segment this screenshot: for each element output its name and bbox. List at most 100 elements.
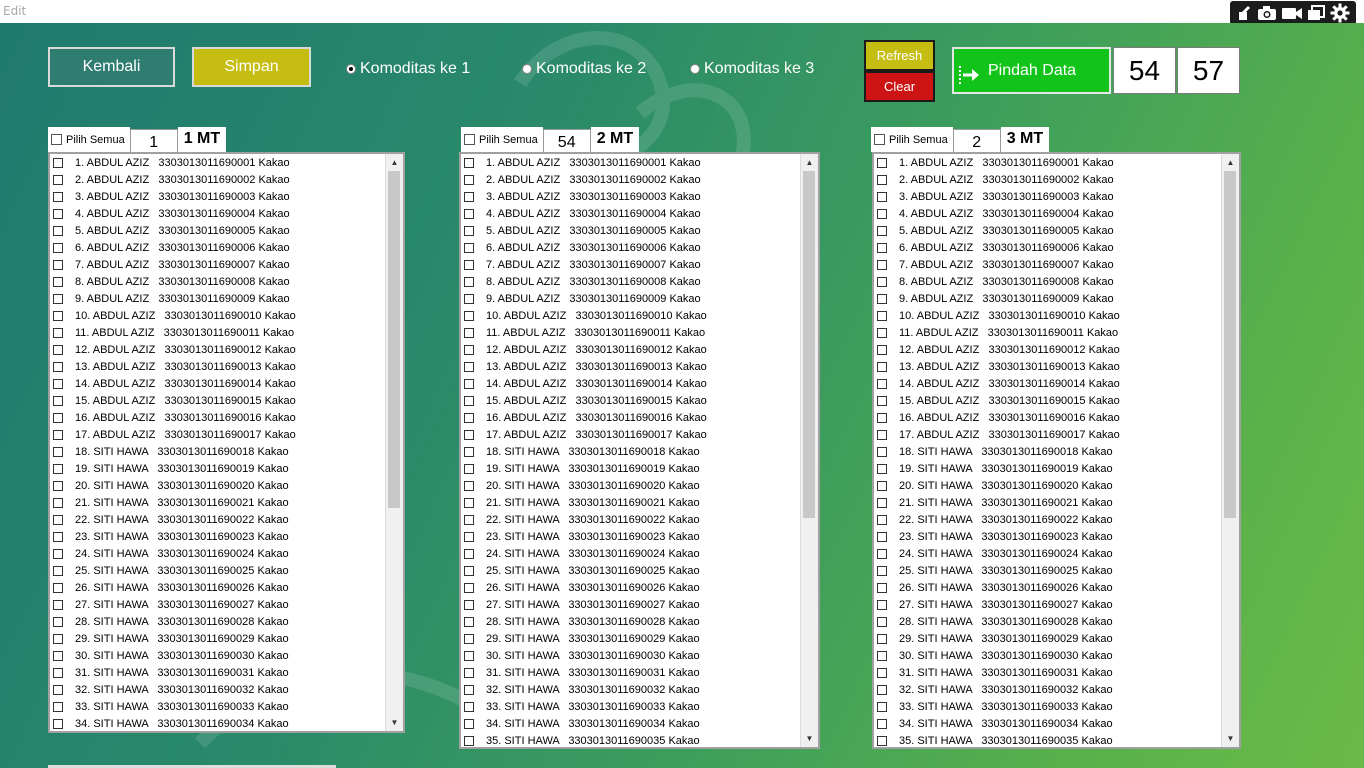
list-item[interactable]: 2. ABDUL AZIZ 3303013011690002 Kakao	[461, 171, 801, 188]
checkbox-icon[interactable]	[53, 293, 63, 304]
pindah-data-button[interactable]: Pindah Data	[952, 47, 1111, 94]
list-item[interactable]: 25. SITI HAWA 3303013011690025 Kakao	[461, 562, 801, 579]
checkbox-icon[interactable]	[53, 327, 63, 338]
list-item[interactable]: 12. ABDUL AZIZ 3303013011690012 Kakao	[461, 341, 801, 358]
checkbox-icon[interactable]	[877, 208, 887, 219]
list-item[interactable]: 34. SITI HAWA 3303013011690034 Kakao	[874, 715, 1222, 732]
clear-button[interactable]: Clear	[864, 71, 935, 102]
list-item[interactable]: 28. SITI HAWA 3303013011690028 Kakao	[874, 613, 1222, 630]
checkbox-icon[interactable]	[464, 174, 474, 185]
checkbox-icon[interactable]	[53, 531, 63, 542]
checkbox-icon[interactable]	[53, 310, 63, 321]
edit-pencil-icon[interactable]	[1236, 5, 1252, 21]
list-item[interactable]: 3. ABDUL AZIZ 3303013011690003 Kakao	[461, 188, 801, 205]
mt-number-field[interactable]: 1	[129, 129, 178, 154]
list-item[interactable]: 32. SITI HAWA 3303013011690032 Kakao	[461, 681, 801, 698]
checkbox-icon[interactable]	[464, 395, 474, 406]
list-item[interactable]: 23. SITI HAWA 3303013011690023 Kakao	[461, 528, 801, 545]
list-item[interactable]: 8. ABDUL AZIZ 3303013011690008 Kakao	[461, 273, 801, 290]
checkbox-icon[interactable]	[877, 582, 887, 593]
checkbox-icon[interactable]	[877, 327, 887, 338]
checkbox-icon[interactable]	[877, 310, 887, 321]
list-item[interactable]: 5. ABDUL AZIZ 3303013011690005 Kakao	[461, 222, 801, 239]
scroll-up-icon[interactable]: ▲	[1222, 154, 1239, 171]
list-item[interactable]: 3. ABDUL AZIZ 3303013011690003 Kakao	[874, 188, 1222, 205]
list-item[interactable]: 26. SITI HAWA 3303013011690026 Kakao	[461, 579, 801, 596]
list-item[interactable]: 3. ABDUL AZIZ 3303013011690003 Kakao	[50, 188, 386, 205]
scrollbar[interactable]: ▲ ▼	[385, 154, 403, 731]
list-item[interactable]: 8. ABDUL AZIZ 3303013011690008 Kakao	[50, 273, 386, 290]
list-item[interactable]: 7. ABDUL AZIZ 3303013011690007 Kakao	[50, 256, 386, 273]
checkbox-icon[interactable]	[51, 134, 62, 145]
list-item[interactable]: 26. SITI HAWA 3303013011690026 Kakao	[874, 579, 1222, 596]
checkbox-icon[interactable]	[53, 208, 63, 219]
list-item[interactable]: 11. ABDUL AZIZ 3303013011690011 Kakao	[461, 324, 801, 341]
list-item[interactable]: 9. ABDUL AZIZ 3303013011690009 Kakao	[461, 290, 801, 307]
checkbox-icon[interactable]	[53, 174, 63, 185]
checkbox-icon[interactable]	[877, 225, 887, 236]
checkbox-icon[interactable]	[464, 735, 474, 746]
video-icon[interactable]	[1281, 5, 1303, 21]
pilih-semua-checkbox[interactable]: Pilih Semua	[871, 127, 953, 152]
checkbox-icon[interactable]	[464, 344, 474, 355]
list-item[interactable]: 19. SITI HAWA 3303013011690019 Kakao	[461, 460, 801, 477]
checkbox-icon[interactable]	[53, 276, 63, 287]
list-item[interactable]: 1. ABDUL AZIZ 3303013011690001 Kakao	[874, 154, 1222, 171]
list-item[interactable]: 6. ABDUL AZIZ 3303013011690006 Kakao	[50, 239, 386, 256]
refresh-button[interactable]: Refresh	[864, 40, 935, 71]
list-item[interactable]: 18. SITI HAWA 3303013011690018 Kakao	[874, 443, 1222, 460]
checkbox-icon[interactable]	[53, 242, 63, 253]
checkbox-icon[interactable]	[464, 480, 474, 491]
radio-komoditas-3[interactable]: Komoditas ke 3	[690, 59, 814, 79]
list-item[interactable]: 16. ABDUL AZIZ 3303013011690016 Kakao	[50, 409, 386, 426]
list-item[interactable]: 13. ABDUL AZIZ 3303013011690013 Kakao	[874, 358, 1222, 375]
list-item[interactable]: 7. ABDUL AZIZ 3303013011690007 Kakao	[874, 256, 1222, 273]
list-item[interactable]: 22. SITI HAWA 3303013011690022 Kakao	[50, 511, 386, 528]
list-item[interactable]: 12. ABDUL AZIZ 3303013011690012 Kakao	[50, 341, 386, 358]
checkbox-icon[interactable]	[877, 531, 887, 542]
pilih-semua-checkbox[interactable]: Pilih Semua	[461, 127, 543, 152]
checkbox-icon[interactable]	[877, 344, 887, 355]
checkbox-icon[interactable]	[53, 497, 63, 508]
radio-komoditas-1[interactable]: Komoditas ke 1	[346, 59, 470, 79]
checkbox-icon[interactable]	[53, 616, 63, 627]
checkbox-icon[interactable]	[464, 684, 474, 695]
checkbox-icon[interactable]	[877, 378, 887, 389]
checkbox-icon[interactable]	[877, 701, 887, 712]
radio-dot-selected[interactable]	[346, 64, 356, 74]
checkbox-icon[interactable]	[877, 446, 887, 457]
list-item[interactable]: 9. ABDUL AZIZ 3303013011690009 Kakao	[50, 290, 386, 307]
list-item[interactable]: 27. SITI HAWA 3303013011690027 Kakao	[50, 596, 386, 613]
checkbox-icon[interactable]	[877, 616, 887, 627]
list-item[interactable]: 34. SITI HAWA 3303013011690034 Kakao	[50, 715, 386, 731]
list-item[interactable]: 33. SITI HAWA 3303013011690033 Kakao	[461, 698, 801, 715]
list-item[interactable]: 33. SITI HAWA 3303013011690033 Kakao	[874, 698, 1222, 715]
checkbox-icon[interactable]	[877, 191, 887, 202]
list-item[interactable]: 13. ABDUL AZIZ 3303013011690013 Kakao	[50, 358, 386, 375]
checkbox-icon[interactable]	[464, 310, 474, 321]
checkbox-icon[interactable]	[53, 361, 63, 372]
list-item[interactable]: 16. ABDUL AZIZ 3303013011690016 Kakao	[874, 409, 1222, 426]
list-item[interactable]: 5. ABDUL AZIZ 3303013011690005 Kakao	[874, 222, 1222, 239]
checkbox-icon[interactable]	[53, 650, 63, 661]
list-item[interactable]: 28. SITI HAWA 3303013011690028 Kakao	[50, 613, 386, 630]
checkbox-icon[interactable]	[53, 225, 63, 236]
scroll-thumb[interactable]	[388, 171, 400, 508]
list-item[interactable]: 6. ABDUL AZIZ 3303013011690006 Kakao	[874, 239, 1222, 256]
checkbox-icon[interactable]	[464, 157, 474, 168]
list-item[interactable]: 24. SITI HAWA 3303013011690024 Kakao	[874, 545, 1222, 562]
list-item[interactable]: 19. SITI HAWA 3303013011690019 Kakao	[50, 460, 386, 477]
list-item[interactable]: 31. SITI HAWA 3303013011690031 Kakao	[461, 664, 801, 681]
list-item[interactable]: 10. ABDUL AZIZ 3303013011690010 Kakao	[874, 307, 1222, 324]
list-item[interactable]: 8. ABDUL AZIZ 3303013011690008 Kakao	[874, 273, 1222, 290]
list-item[interactable]: 12. ABDUL AZIZ 3303013011690012 Kakao	[874, 341, 1222, 358]
list-item[interactable]: 4. ABDUL AZIZ 3303013011690004 Kakao	[50, 205, 386, 222]
list-item[interactable]: 25. SITI HAWA 3303013011690025 Kakao	[874, 562, 1222, 579]
list-item[interactable]: 22. SITI HAWA 3303013011690022 Kakao	[461, 511, 801, 528]
checkbox-icon[interactable]	[53, 395, 63, 406]
list-item[interactable]: 21. SITI HAWA 3303013011690021 Kakao	[50, 494, 386, 511]
list-item[interactable]: 11. ABDUL AZIZ 3303013011690011 Kakao	[50, 324, 386, 341]
checkbox-icon[interactable]	[464, 582, 474, 593]
scroll-up-icon[interactable]: ▲	[801, 154, 818, 171]
list-item[interactable]: 29. SITI HAWA 3303013011690029 Kakao	[874, 630, 1222, 647]
